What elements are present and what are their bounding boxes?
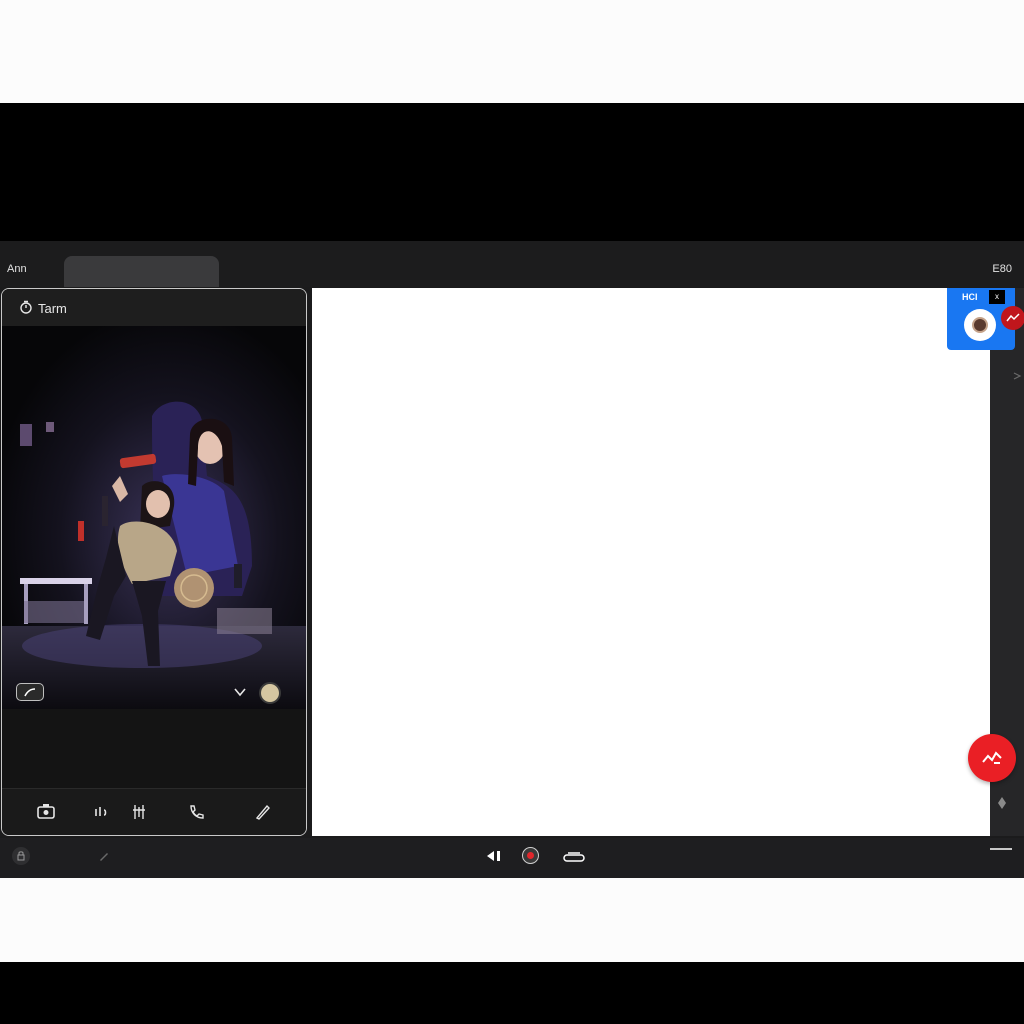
chevron-down-icon[interactable] (233, 686, 247, 698)
video-panel: Tarm (1, 288, 307, 836)
video-frame-image (2, 326, 306, 709)
video-panel-toolbar (2, 788, 306, 835)
record-button[interactable] (522, 847, 539, 864)
notification-badge[interactable] (1001, 306, 1024, 330)
app-window: Ann E80 Tarm HCI x (0, 241, 1024, 878)
lock-icon[interactable] (12, 847, 30, 865)
letterbox-top-white (0, 0, 1024, 103)
grid-icon[interactable] (128, 801, 150, 823)
letterbox-top-black (0, 103, 1024, 241)
pen-icon[interactable] (252, 801, 274, 823)
end-call-icon (982, 751, 1002, 764)
letterbox-bottom-white (0, 878, 1024, 962)
audio-icon[interactable] (90, 801, 112, 823)
letterbox-bottom-black (0, 962, 1024, 1024)
top-bar: Ann E80 (0, 241, 1024, 287)
page: Ann E80 Tarm HCI x (0, 0, 1024, 1024)
participant-card-close[interactable]: x (989, 290, 1005, 304)
record-icon (527, 852, 534, 859)
timer-icon[interactable] (19, 300, 33, 314)
phone-pill-button[interactable] (16, 683, 44, 701)
bottom-bar (0, 838, 1024, 878)
end-call-button[interactable] (968, 734, 1016, 782)
video-panel-spacer (2, 709, 306, 788)
rail-marker-icon (1013, 372, 1022, 380)
avatar-disc-icon[interactable] (259, 682, 281, 704)
camera-icon[interactable] (35, 801, 57, 823)
app-title: Ann (7, 263, 27, 275)
phone-icon (24, 688, 36, 697)
call-icon[interactable] (186, 801, 208, 823)
main-canvas[interactable] (312, 288, 990, 836)
active-tab[interactable] (64, 256, 219, 287)
video-feed[interactable] (2, 326, 306, 709)
previous-icon[interactable] (484, 848, 504, 864)
participant-card-label: HCI (962, 292, 978, 302)
avatar-icon (972, 317, 988, 333)
pen-icon[interactable] (98, 850, 110, 862)
menu-line-icon[interactable] (990, 848, 1012, 850)
video-panel-header: Tarm (2, 289, 306, 326)
scroll-handle-icon[interactable] (997, 796, 1007, 810)
stack-icon[interactable] (561, 850, 587, 864)
top-right-label: E80 (992, 263, 1012, 275)
participant-avatar (964, 309, 996, 341)
video-panel-title: Tarm (38, 301, 67, 316)
signal-icon (1006, 313, 1020, 322)
